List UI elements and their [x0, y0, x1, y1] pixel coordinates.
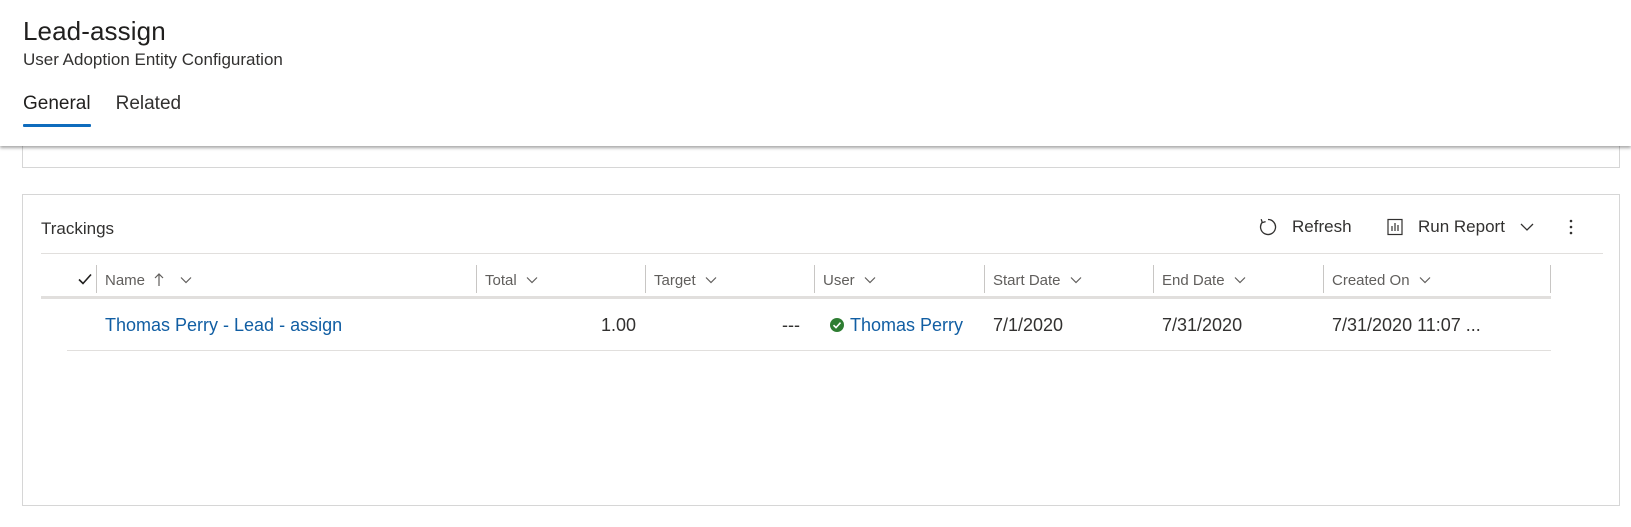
column-separator [1323, 265, 1324, 293]
more-commands-button[interactable] [1561, 211, 1581, 243]
chevron-down-icon [704, 273, 718, 287]
select-all-checkmark-icon[interactable] [77, 271, 93, 287]
column-separator [1153, 265, 1154, 293]
chevron-down-icon [1519, 219, 1535, 235]
column-label: Created On [1332, 271, 1410, 289]
column-separator [645, 265, 646, 293]
trackings-title: Trackings [41, 219, 115, 238]
column-header-user[interactable]: User [823, 265, 877, 295]
run-report-button[interactable]: Run Report [1386, 211, 1535, 243]
chevron-down-icon [863, 273, 877, 287]
column-label: Total [485, 271, 517, 289]
cell-start-date: 7/1/2020 [993, 315, 1064, 335]
column-label: Name [105, 271, 146, 289]
column-separator [1550, 265, 1551, 293]
column-separator [476, 265, 477, 293]
chevron-down-icon [1233, 273, 1247, 287]
tab-general[interactable]: General [23, 93, 91, 129]
chevron-down-icon [1418, 273, 1432, 287]
cell-total: 1.00 [601, 315, 637, 335]
form-header: Lead-assign User Adoption Entity Configu… [0, 0, 1631, 146]
cell-name-link[interactable]: Thomas Perry - Lead - assign [105, 315, 342, 336]
column-separator [814, 265, 815, 293]
column-header-target[interactable]: Target [654, 265, 718, 295]
column-separator [984, 265, 985, 293]
tab-list: General Related [23, 93, 181, 129]
report-icon [1386, 218, 1404, 236]
column-label: User [823, 271, 855, 289]
page-title: Lead-assign [23, 16, 166, 46]
column-header-total[interactable]: Total [485, 265, 539, 295]
column-header-created-on[interactable]: Created On [1332, 265, 1432, 295]
refresh-button[interactable]: Refresh [1258, 211, 1352, 243]
refresh-icon [1258, 217, 1278, 237]
trackings-section: Trackings Refresh Run Report Name Total … [22, 194, 1620, 506]
cell-user-link[interactable]: Thomas Perry [850, 315, 963, 336]
column-label: Start Date [993, 271, 1061, 289]
column-header-start-date[interactable]: Start Date [993, 265, 1083, 295]
sort-ascending-icon [153, 272, 165, 288]
refresh-label: Refresh [1292, 217, 1352, 236]
chevron-down-icon [525, 273, 539, 287]
column-header-end-date[interactable]: End Date [1162, 265, 1247, 295]
column-label: End Date [1162, 271, 1225, 289]
chevron-down-icon [1069, 273, 1083, 287]
grid-header: Name Total Target User Start Date End Da… [41, 261, 1551, 299]
run-report-label: Run Report [1418, 217, 1505, 236]
command-bar-divider [41, 253, 1603, 254]
page-subtitle: User Adoption Entity Configuration [23, 50, 283, 69]
cell-created-on: 7/31/2020 11:07 ... [1332, 315, 1481, 335]
more-vertical-icon [1569, 218, 1573, 236]
user-status-check-icon [829, 317, 845, 333]
table-row[interactable]: Thomas Perry - Lead - assign 1.00 --- Th… [67, 302, 1551, 351]
column-header-name[interactable]: Name [105, 265, 193, 295]
column-label: Target [654, 271, 696, 289]
cell-end-date: 7/31/2020 [1162, 315, 1243, 335]
column-separator [96, 265, 97, 293]
cell-target: --- [782, 315, 800, 335]
chevron-down-icon [179, 273, 193, 287]
tab-related[interactable]: Related [116, 93, 182, 129]
